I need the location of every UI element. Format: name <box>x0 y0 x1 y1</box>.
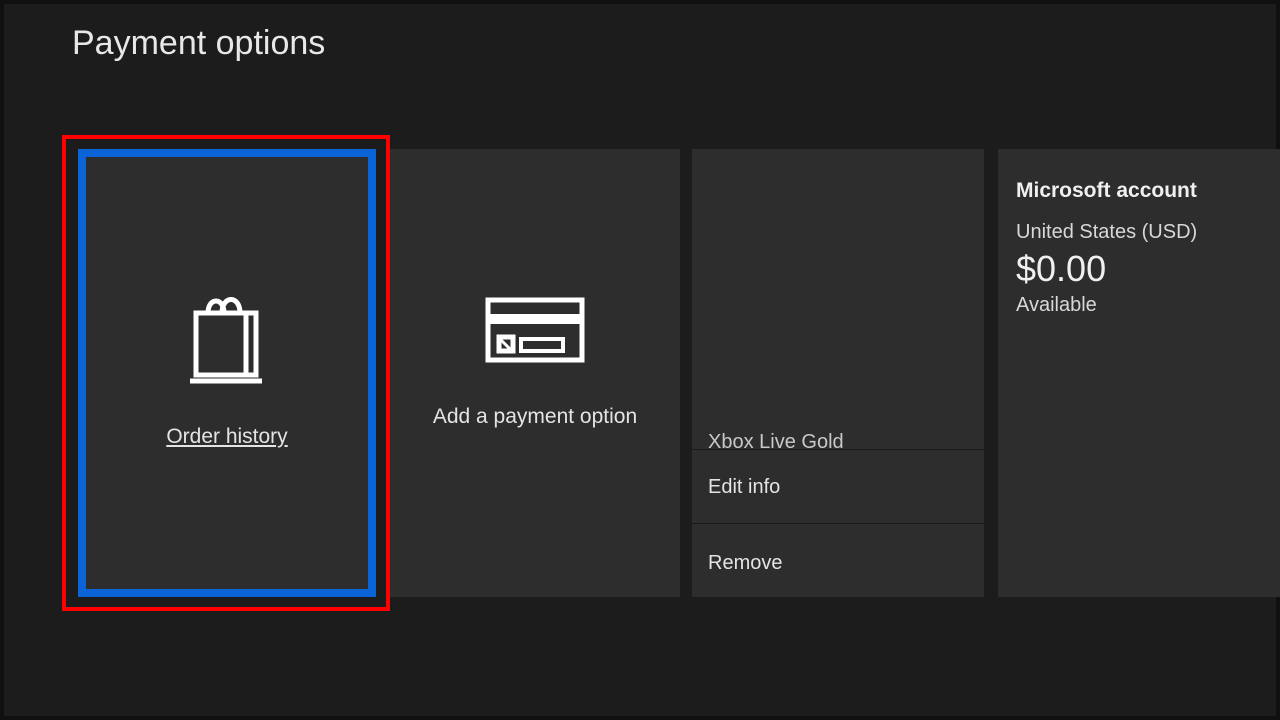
subscription-info-area[interactable] <box>692 149 984 449</box>
page-title: Payment options <box>72 24 325 63</box>
account-title: Microsoft account <box>1016 179 1262 203</box>
remove-button[interactable]: Remove <box>692 527 984 599</box>
remove-label: Remove <box>708 552 782 575</box>
order-history-tile[interactable]: Order history <box>78 149 376 597</box>
order-history-label: Order history <box>166 425 287 449</box>
account-balance-tile[interactable]: Microsoft account United States (USD) $0… <box>998 149 1280 597</box>
add-payment-tile[interactable]: Add a payment option <box>390 149 680 597</box>
edit-info-button[interactable]: Edit info <box>692 451 984 523</box>
account-region: United States (USD) <box>1016 221 1262 244</box>
edit-info-label: Edit info <box>708 476 780 499</box>
account-available: Available <box>1016 294 1262 317</box>
subscription-tile: Xbox Live Gold Edit info Remove <box>692 149 984 597</box>
page-frame: Payment options Order history <box>4 4 1276 716</box>
divider <box>692 523 984 524</box>
add-payment-label: Add a payment option <box>433 405 637 429</box>
account-balance: $0.00 <box>1016 248 1262 290</box>
credit-card-icon <box>485 297 585 363</box>
shopping-bag-icon <box>182 287 272 387</box>
divider <box>692 449 984 450</box>
